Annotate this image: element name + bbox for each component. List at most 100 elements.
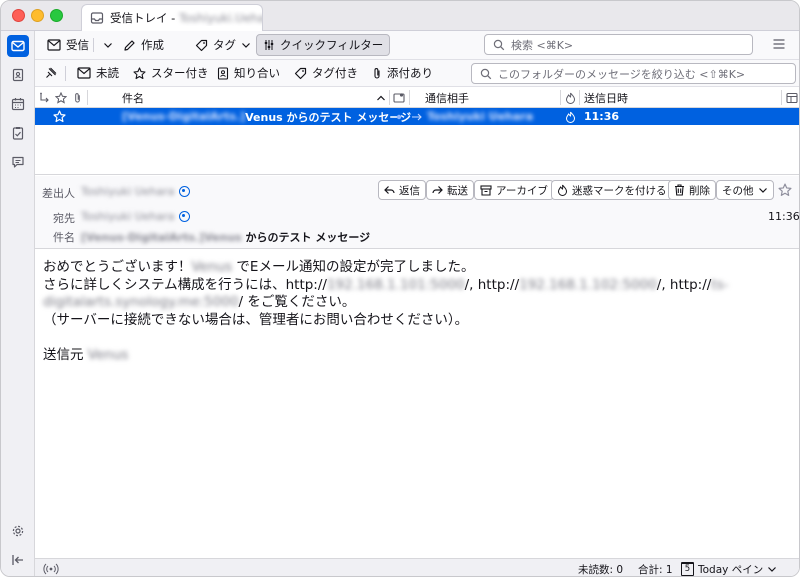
archive-icon bbox=[480, 184, 492, 196]
flame-icon bbox=[565, 92, 576, 104]
filter-contacts-button[interactable]: 知り合い bbox=[211, 62, 286, 84]
paperclip-icon bbox=[374, 67, 380, 79]
tab-inbox[interactable]: 受信トレイ - Toshiyuki.Uehara.bi... bbox=[81, 4, 263, 31]
delete-button[interactable]: 削除 bbox=[668, 180, 716, 200]
correspondent-column-header[interactable]: 通信相手 bbox=[425, 87, 469, 108]
chat-space-button[interactable] bbox=[7, 151, 29, 173]
reply-button[interactable]: 返信 bbox=[378, 180, 426, 200]
thread-list-empty-area bbox=[35, 125, 799, 175]
minimize-window-button[interactable] bbox=[31, 9, 44, 22]
get-messages-dropdown[interactable] bbox=[90, 34, 116, 56]
online-status-button[interactable] bbox=[43, 559, 59, 576]
tag-icon bbox=[195, 39, 208, 51]
message-date: 11:36 bbox=[584, 110, 620, 123]
status-bar: 未読数: 0 合計: 1 5 Today ペイン bbox=[35, 558, 799, 576]
contact-card-icon bbox=[217, 66, 229, 80]
search-icon bbox=[493, 39, 505, 50]
quick-filter-button[interactable]: クイックフィルター bbox=[256, 34, 391, 56]
junk-status-column-button[interactable] bbox=[565, 87, 576, 108]
tab-title: 受信トレイ - Toshiyuki.Uehara.bi... bbox=[110, 11, 262, 25]
column-divider bbox=[781, 90, 782, 105]
reply-icon bbox=[384, 186, 395, 194]
pencil-icon bbox=[124, 39, 135, 51]
column-divider bbox=[579, 90, 580, 105]
column-divider bbox=[389, 90, 390, 105]
main-area: 受信 作成 タグ クイックフィルター 検索 <⌘K> 未読 スター付き 知り合い… bbox=[35, 31, 800, 576]
attachment-column-button[interactable] bbox=[73, 87, 82, 108]
trash-icon bbox=[675, 184, 684, 196]
filter-starred-button[interactable]: スター付き bbox=[127, 62, 215, 84]
address-book-space-button[interactable] bbox=[7, 64, 29, 86]
junk-status-icon[interactable] bbox=[565, 108, 576, 125]
flame-icon bbox=[557, 184, 568, 196]
star-toggle-icon[interactable] bbox=[53, 108, 66, 125]
column-divider bbox=[87, 90, 88, 105]
to-value[interactable]: Toshiyuki Uehara bbox=[81, 210, 190, 223]
star-icon bbox=[133, 66, 146, 79]
global-search-input[interactable]: 検索 <⌘K> bbox=[484, 34, 753, 55]
sort-ascending-icon bbox=[376, 87, 386, 108]
subject-value: [Venus-DigitalArts.]Venus からのテスト メッセージ bbox=[81, 231, 371, 244]
title-bar: 受信トレイ - Toshiyuki.Uehara.bi... bbox=[1, 1, 799, 31]
mail-space-button[interactable] bbox=[7, 35, 29, 57]
filter-attachment-button[interactable]: 添付あり bbox=[366, 62, 439, 84]
chevron-down-icon bbox=[768, 567, 777, 572]
envelope-icon bbox=[47, 39, 61, 51]
read-status-column-button[interactable] bbox=[393, 87, 405, 108]
star-column-button[interactable] bbox=[55, 87, 67, 108]
archive-button[interactable]: アーカイブ bbox=[474, 180, 554, 200]
message-header: 差出人 Toshiyuki Uehara 返信 転送 アーカイブ 迷惑マークを付… bbox=[35, 176, 800, 249]
spaces-toolbar bbox=[1, 31, 35, 576]
wifi-signal-icon bbox=[43, 563, 59, 575]
close-window-button[interactable] bbox=[12, 9, 25, 22]
mail-icon bbox=[11, 40, 25, 52]
write-button[interactable]: 作成 bbox=[117, 34, 170, 56]
message-time: 11:36 bbox=[768, 210, 800, 223]
today-pane-button[interactable]: 5 Today ペイン bbox=[681, 559, 777, 576]
thread-column-button[interactable] bbox=[39, 87, 51, 108]
unified-toolbar: 受信 作成 タグ クイックフィルター 検索 <⌘K> bbox=[35, 31, 799, 60]
get-messages-button[interactable]: 受信 bbox=[41, 34, 95, 56]
contact-icon[interactable] bbox=[178, 186, 190, 197]
zoom-window-button[interactable] bbox=[50, 9, 63, 22]
collapse-spaces-button[interactable] bbox=[7, 549, 29, 571]
chevron-down-icon bbox=[758, 188, 767, 193]
forward-icon bbox=[432, 186, 443, 194]
read-status-dot-icon[interactable] bbox=[396, 108, 402, 125]
app-menu-button[interactable] bbox=[772, 38, 786, 50]
divider bbox=[65, 66, 66, 81]
calendar-icon bbox=[11, 98, 25, 111]
star-message-button[interactable] bbox=[778, 183, 792, 197]
tag-button[interactable]: タグ bbox=[189, 34, 257, 56]
body-line: （サーバーに接続できない場合は、管理者にお問い合わせください）。 bbox=[43, 311, 469, 328]
quick-filter-bar: 未読 スター付き 知り合い タグ付き 添付あり このフォルダーのメッセージを絞り… bbox=[35, 60, 799, 87]
chevron-down-icon bbox=[104, 43, 112, 48]
settings-space-button[interactable] bbox=[7, 520, 29, 542]
paperclip-icon bbox=[75, 92, 80, 103]
calendar-day-icon: 5 bbox=[681, 562, 694, 576]
forward-button[interactable]: 転送 bbox=[426, 180, 474, 200]
from-value[interactable]: Toshiyuki Uehara bbox=[81, 185, 190, 198]
tasks-space-button[interactable] bbox=[7, 122, 29, 144]
thread-list-header: 件名 通信相手 送信日時 bbox=[35, 87, 799, 108]
thunderbird-window: 受信トレイ - Toshiyuki.Uehara.bi... bbox=[0, 0, 800, 577]
folder-filter-input[interactable]: このフォルダーのメッセージを絞り込む <⇧⌘K> bbox=[471, 63, 796, 84]
date-column-header[interactable]: 送信日時 bbox=[584, 87, 628, 108]
total-count: 合計: 1 bbox=[638, 563, 673, 576]
message-row-selected[interactable]: [Venus-DigitalArts.] Venus からのテスト メッセージ … bbox=[35, 108, 799, 125]
column-picker-button[interactable] bbox=[786, 87, 798, 108]
filter-tagged-button[interactable]: タグ付き bbox=[288, 62, 364, 84]
sliders-icon bbox=[264, 40, 274, 50]
body-blank-line bbox=[43, 329, 799, 347]
junk-button[interactable]: 迷惑マークを付ける bbox=[551, 180, 673, 200]
more-actions-button[interactable]: その他 bbox=[716, 180, 774, 200]
message-correspondent: Toshiyuki Uehara bbox=[427, 110, 534, 123]
calendar-space-button[interactable] bbox=[7, 93, 29, 115]
message-subject: [Venus-DigitalArts.] Venus からのテスト メッセージ bbox=[122, 110, 412, 124]
filter-unread-button[interactable]: 未読 bbox=[71, 62, 125, 84]
subject-column-header[interactable]: 件名 bbox=[122, 87, 144, 108]
inbox-tab-icon bbox=[90, 11, 104, 25]
thread-icon bbox=[40, 92, 49, 102]
sticky-filter-button[interactable] bbox=[39, 62, 63, 84]
contact-icon[interactable] bbox=[178, 211, 190, 222]
